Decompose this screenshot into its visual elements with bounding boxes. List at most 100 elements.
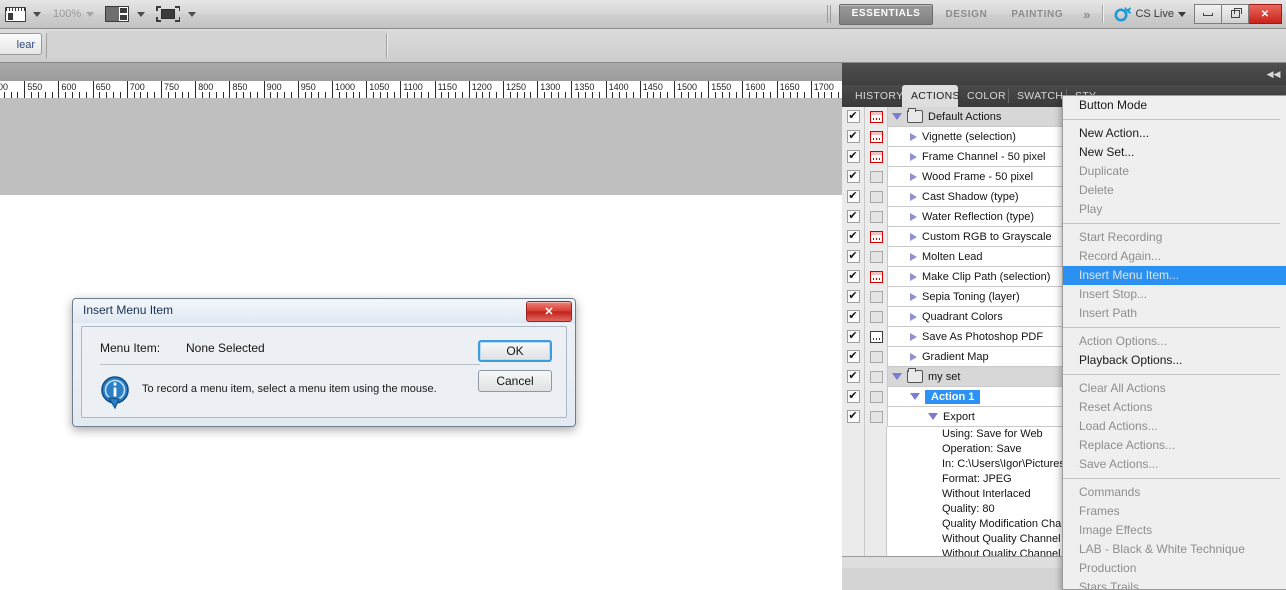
menu-item-playback-options[interactable]: Playback Options...: [1063, 351, 1286, 370]
chevron-right-icon[interactable]: [910, 172, 917, 181]
menu-item-save-actions[interactable]: Save Actions...: [1063, 455, 1286, 474]
menu-item-load-actions[interactable]: Load Actions...: [1063, 417, 1286, 436]
chevron-right-icon[interactable]: [910, 192, 917, 201]
action-enable-toggle[interactable]: ✔: [842, 146, 865, 167]
menu-item-clear-all-actions[interactable]: Clear All Actions: [1063, 379, 1286, 398]
chevron-right-icon[interactable]: [910, 292, 917, 301]
panel-tab-color[interactable]: COLOR: [958, 85, 1008, 107]
menu-item-new-action[interactable]: New Action...: [1063, 124, 1286, 143]
action-dialog-toggle[interactable]: [865, 366, 888, 387]
action-enable-toggle[interactable]: ✔: [842, 206, 865, 227]
screen-mode-2-icon[interactable]: [153, 4, 183, 24]
action-enable-toggle[interactable]: ✔: [842, 326, 865, 347]
chevron-right-icon[interactable]: [910, 152, 917, 161]
chevron-right-icon[interactable]: [910, 252, 917, 261]
action-enable-toggle[interactable]: ✔: [842, 266, 865, 287]
action-dialog-toggle[interactable]: [865, 186, 888, 207]
chevron-down-icon[interactable]: [892, 373, 902, 380]
screen-mode-2-chevron-down-icon[interactable]: [188, 11, 197, 17]
workspace-tab-painting[interactable]: PAINTING: [999, 5, 1075, 24]
ok-button[interactable]: OK: [478, 340, 552, 362]
action-row[interactable]: ✔ Custom RGB to Grayscale: [842, 226, 1062, 247]
menu-item-insert-menu-item[interactable]: Insert Menu Item...: [1063, 266, 1286, 285]
screen-mode-chevron-down-icon[interactable]: [137, 11, 146, 17]
menu-item-insert-stop[interactable]: Insert Stop...: [1063, 285, 1286, 304]
canvas-gray-area[interactable]: [0, 98, 842, 195]
action-row[interactable]: ✔ Cast Shadow (type): [842, 186, 1062, 207]
action-dialog-toggle[interactable]: [865, 246, 888, 267]
screen-mode-icon[interactable]: [102, 4, 132, 24]
options-field-area[interactable]: [47, 31, 385, 59]
arrange-documents-chevron-down-icon[interactable]: [33, 11, 41, 17]
actions-panel-flyout-menu[interactable]: Button Mode New Action... New Set... Duplic…: [1062, 95, 1286, 590]
menu-item-commands[interactable]: Commands: [1063, 483, 1286, 502]
action-enable-toggle[interactable]: ✔: [842, 107, 865, 127]
action-dialog-toggle[interactable]: [865, 166, 888, 187]
action-enable-toggle[interactable]: ✔: [842, 406, 865, 427]
action-row[interactable]: ✔ Action 1: [842, 386, 1062, 407]
action-dialog-toggle[interactable]: [865, 206, 888, 227]
action-enable-toggle[interactable]: ✔: [842, 166, 865, 187]
workspace-more-chevron-icon[interactable]: »: [1075, 7, 1096, 22]
menu-item-start-recording[interactable]: Start Recording: [1063, 228, 1286, 247]
menu-item-play[interactable]: Play: [1063, 200, 1286, 219]
action-row[interactable]: ✔ Water Reflection (type): [842, 206, 1062, 227]
chevron-down-icon[interactable]: [910, 393, 920, 400]
action-dialog-toggle[interactable]: [865, 226, 888, 247]
action-enable-toggle[interactable]: ✔: [842, 386, 865, 407]
action-row[interactable]: ✔ Save As Photoshop PDF: [842, 326, 1062, 347]
panel-tab-swatch[interactable]: SWATCH: [1008, 85, 1066, 107]
menu-item-record-again[interactable]: Record Again...: [1063, 247, 1286, 266]
menu-item-duplicate[interactable]: Duplicate: [1063, 162, 1286, 181]
menu-item-replace-actions[interactable]: Replace Actions...: [1063, 436, 1286, 455]
action-set-row[interactable]: ✔ my set: [842, 366, 1062, 387]
chevron-right-icon[interactable]: [910, 232, 917, 241]
action-enable-toggle[interactable]: ✔: [842, 226, 865, 247]
action-row[interactable]: ✔ Sepia Toning (layer): [842, 286, 1062, 307]
workspace-tab-essentials[interactable]: ESSENTIALS: [838, 3, 934, 25]
arrange-documents-icon[interactable]: [2, 4, 28, 24]
menu-item-frames[interactable]: Frames: [1063, 502, 1286, 521]
dialog-close-button[interactable]: ✕: [526, 301, 572, 322]
chevron-right-icon[interactable]: [910, 132, 917, 141]
menu-item-production[interactable]: Production: [1063, 559, 1286, 578]
actions-list[interactable]: ✔ Default Actions ✔ Vignette (selection) ✔ Fr…: [842, 107, 1063, 556]
action-dialog-toggle[interactable]: [865, 107, 888, 127]
chevron-down-icon[interactable]: [928, 413, 938, 420]
action-dialog-toggle[interactable]: [865, 146, 888, 167]
action-row[interactable]: ✔ Gradient Map: [842, 346, 1062, 367]
chevron-right-icon[interactable]: [910, 312, 917, 321]
action-dialog-toggle[interactable]: [865, 346, 888, 367]
action-enable-toggle[interactable]: ✔: [842, 306, 865, 327]
action-row[interactable]: ✔ Vignette (selection): [842, 126, 1062, 147]
restore-button[interactable]: [1222, 4, 1249, 24]
action-row[interactable]: ✔ Molten Lead: [842, 246, 1062, 267]
menu-item-stars-trails[interactable]: Stars Trails: [1063, 578, 1286, 589]
action-dialog-toggle[interactable]: [865, 126, 888, 147]
action-enable-toggle[interactable]: ✔: [842, 246, 865, 267]
cs-live-button[interactable]: CS Live: [1113, 5, 1186, 23]
dialog-title-bar[interactable]: Insert Menu Item ✕: [73, 299, 575, 323]
menu-item-action-options[interactable]: Action Options...: [1063, 332, 1286, 351]
minimize-button[interactable]: [1194, 4, 1222, 24]
panel-tab-history[interactable]: HISTORY: [846, 85, 903, 107]
action-row[interactable]: ✔ Wood Frame - 50 pixel: [842, 166, 1062, 187]
menu-item-insert-path[interactable]: Insert Path: [1063, 304, 1286, 323]
menu-item-image-effects[interactable]: Image Effects: [1063, 521, 1286, 540]
menu-item-lab-black-white-technique[interactable]: LAB - Black & White Technique: [1063, 540, 1286, 559]
chevron-right-icon[interactable]: [910, 272, 917, 281]
panel-tab-actions[interactable]: ACTIONS: [902, 85, 959, 107]
menu-item-reset-actions[interactable]: Reset Actions: [1063, 398, 1286, 417]
cs-live-chevron-down-icon[interactable]: [1178, 11, 1186, 17]
action-dialog-toggle[interactable]: [865, 266, 888, 287]
action-enable-toggle[interactable]: ✔: [842, 346, 865, 367]
action-enable-toggle[interactable]: ✔: [842, 126, 865, 147]
action-row[interactable]: ✔ Make Clip Path (selection): [842, 266, 1062, 287]
chevron-right-icon[interactable]: [910, 212, 917, 221]
workspace-tab-design[interactable]: DESIGN: [933, 5, 999, 24]
horizontal-ruler[interactable]: 500 550 600 650 700 750 800 850 900 950 1000 1050 11…: [0, 81, 842, 99]
chevron-right-icon[interactable]: [910, 352, 917, 361]
action-enable-toggle[interactable]: ✔: [842, 366, 865, 387]
chevron-right-icon[interactable]: [910, 332, 917, 341]
action-set-row[interactable]: ✔ Default Actions: [842, 107, 1062, 127]
